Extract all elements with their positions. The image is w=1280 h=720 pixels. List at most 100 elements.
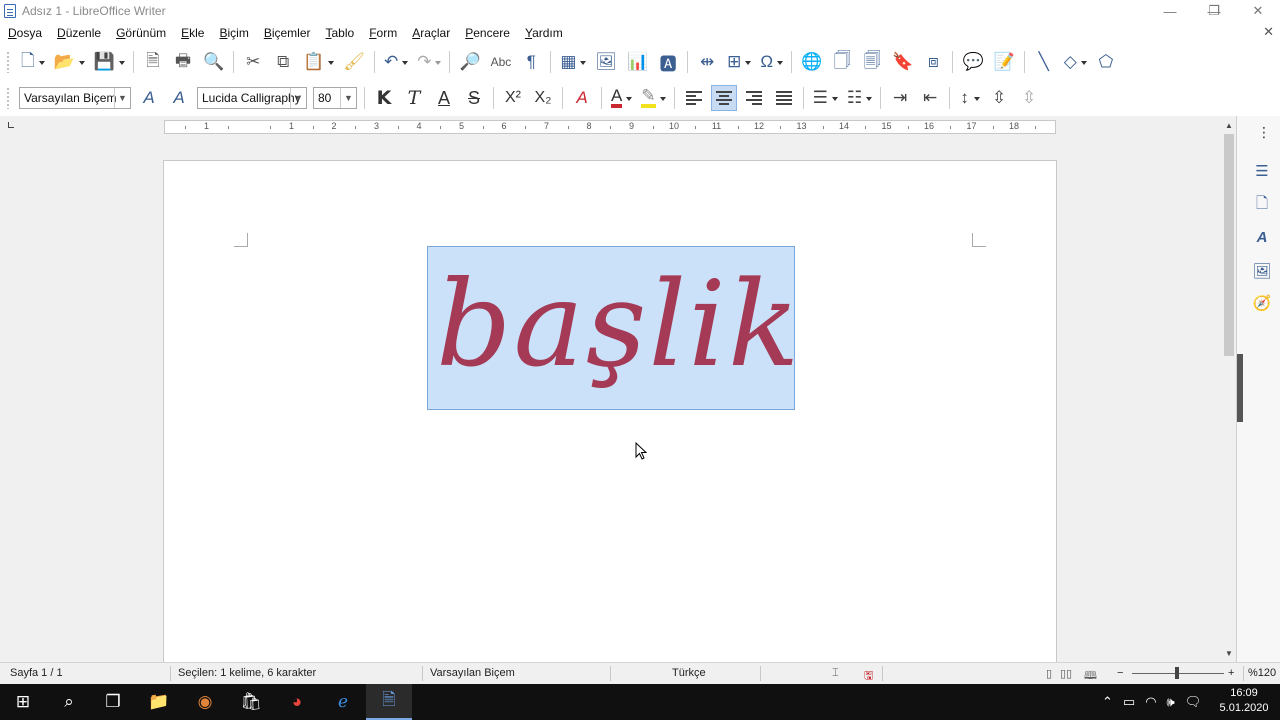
align-right-button[interactable]	[741, 85, 767, 111]
document-canvas[interactable]: başlik	[0, 136, 1222, 662]
volume-icon[interactable]: 🕪	[1167, 694, 1175, 710]
track-changes-button[interactable]: 📝	[991, 49, 1018, 75]
decrease-paragraph-spacing-button[interactable]: ⇳	[1016, 85, 1042, 111]
justify-button[interactable]	[771, 85, 797, 111]
superscript-button[interactable]: X²	[500, 85, 526, 111]
menu-gorunum[interactable]: Görünüm	[116, 26, 166, 40]
insert-footnote-button[interactable]: 🗍	[829, 49, 855, 75]
italic-button[interactable]: T	[401, 85, 427, 111]
file-explorer-button[interactable]: 📁	[136, 684, 182, 720]
open-button[interactable]: 📂	[51, 49, 87, 75]
insert-cross-reference-button[interactable]: ⧈	[920, 49, 946, 75]
underline-button[interactable]: A	[431, 85, 457, 111]
scrollbar-thumb[interactable]	[1224, 134, 1234, 356]
menu-form[interactable]: Form	[369, 26, 397, 40]
scroll-down-arrow-icon[interactable]: ▼	[1222, 646, 1236, 660]
close-window-button[interactable]: ✕	[1236, 0, 1280, 22]
document-page[interactable]: başlik	[163, 160, 1057, 662]
subscript-button[interactable]: X₂	[530, 85, 556, 111]
new-style-button[interactable]: A	[166, 85, 192, 111]
insert-chart-button[interactable]: 📊	[624, 49, 651, 75]
search-button[interactable]: ⌕	[46, 684, 92, 720]
sidebar-styles-button[interactable]: A	[1251, 226, 1273, 248]
print-button[interactable]: 🖶	[170, 49, 196, 75]
taskbar-clock[interactable]: 16:09 5.01.2020	[1216, 686, 1272, 716]
draw-functions-button[interactable]: ⬠	[1093, 49, 1119, 75]
menu-dosya[interactable]: Dosya	[8, 26, 42, 40]
formatting-marks-button[interactable]: ¶	[518, 49, 544, 75]
insert-endnote-button[interactable]: 🗐	[859, 49, 885, 75]
save-button[interactable]: 💾	[91, 49, 127, 75]
export-pdf-button[interactable]: 🗎	[140, 49, 166, 75]
font-color-button[interactable]: A	[608, 85, 634, 111]
selection-count[interactable]: Seçilen: 1 kelime, 6 karakter	[178, 667, 316, 679]
libreoffice-writer-task[interactable]: 🗎	[366, 684, 412, 720]
insert-page-break-button[interactable]: ⇹	[694, 49, 720, 75]
bold-button[interactable]: K	[371, 85, 397, 111]
page-style[interactable]: Varsayılan Biçem	[430, 667, 515, 679]
insert-bookmark-button[interactable]: 🔖	[889, 49, 916, 75]
insert-special-character-button[interactable]: Ω	[757, 49, 785, 75]
zoom-percentage[interactable]: %120	[1248, 667, 1276, 679]
task-view-button[interactable]: ❐	[90, 684, 136, 720]
vertical-scrollbar[interactable]: ▲ ▼	[1222, 116, 1236, 662]
find-replace-button[interactable]: 🔎	[456, 49, 483, 75]
insert-hyperlink-button[interactable]: 🌐	[798, 49, 825, 75]
copy-button[interactable]: ⧉	[270, 49, 296, 75]
highlight-color-button[interactable]: ✎	[638, 85, 667, 111]
align-center-button[interactable]	[710, 85, 737, 111]
menu-duzenle[interactable]: Düzenle	[57, 26, 101, 40]
close-document-button[interactable]: ✕	[1263, 24, 1274, 40]
ordered-list-button[interactable]: ☷	[844, 85, 874, 111]
page-count[interactable]: Sayfa 1 / 1	[10, 667, 63, 679]
toolbar-grip[interactable]	[6, 87, 10, 109]
sidebar-page-button[interactable]: 🗋	[1251, 194, 1273, 216]
notifications-icon[interactable]: 🗨	[1185, 694, 1202, 710]
scroll-up-arrow-icon[interactable]: ▲	[1222, 118, 1236, 132]
start-button[interactable]: ⊞	[0, 684, 46, 720]
horizontal-ruler[interactable]: 1 1 2 3 4 5 6 7 8 9 10 11 12 13 14 15 16 17 18	[164, 120, 1056, 134]
strikethrough-button[interactable]: S	[461, 85, 487, 111]
clear-formatting-button[interactable]: A	[569, 85, 595, 111]
menu-pencere[interactable]: Pencere	[465, 26, 510, 40]
sidebar-gallery-button[interactable]: 🖼	[1251, 260, 1273, 282]
menu-bicim[interactable]: Biçim	[219, 26, 248, 40]
show-hidden-icons-icon[interactable]: ⌃	[1102, 694, 1113, 710]
menu-tablo[interactable]: Tablo	[326, 26, 355, 40]
font-name-combo[interactable]: Lucida Calligraphy ▼	[197, 87, 307, 109]
zoom-slider-thumb[interactable]	[1175, 667, 1179, 679]
spelling-button[interactable]: Abc	[488, 49, 515, 75]
single-page-view-icon[interactable]: ▯	[1046, 667, 1052, 680]
menu-bicemler[interactable]: Biçemler	[264, 26, 311, 40]
menu-yardim[interactable]: Yardım	[525, 26, 563, 40]
text-language[interactable]: Türkçe	[672, 667, 706, 679]
paragraph-style-combo[interactable]: Varsayılan Biçem ▼	[19, 87, 131, 109]
insert-line-button[interactable]: ╲	[1031, 49, 1057, 75]
insert-field-button[interactable]: ⊞	[724, 49, 753, 75]
sidebar-navigator-button[interactable]: 🧭	[1251, 292, 1273, 314]
menu-araclar[interactable]: Araçlar	[412, 26, 450, 40]
increase-paragraph-spacing-button[interactable]: ⇳	[986, 85, 1012, 111]
sidebar-menu-icon[interactable]: ⋮	[1257, 124, 1271, 141]
font-size-combo[interactable]: 80 ▼	[313, 87, 357, 109]
unordered-list-button[interactable]: ☰	[810, 85, 840, 111]
redo-button[interactable]: ↷	[414, 49, 443, 75]
cut-button[interactable]: ✂	[240, 49, 266, 75]
insert-comment-button[interactable]: 💬	[959, 49, 986, 75]
taskbar-app-button[interactable]: ◉	[182, 684, 228, 720]
selected-heading-text[interactable]: başlik	[436, 249, 794, 399]
print-preview-button[interactable]: 🔍	[200, 49, 227, 75]
wifi-icon[interactable]: ◠	[1145, 694, 1156, 710]
line-spacing-button[interactable]: ↕	[956, 85, 982, 111]
chevron-down-icon[interactable]: ▼	[340, 88, 356, 108]
battery-icon[interactable]: ▭	[1123, 694, 1135, 710]
basic-shapes-button[interactable]: ◇	[1061, 49, 1089, 75]
chrome-button[interactable]: ◕	[274, 684, 320, 720]
zoom-out-button[interactable]: −	[1117, 667, 1123, 679]
sidebar-collapse-handle[interactable]	[1237, 354, 1243, 422]
increase-indent-button[interactable]: ⇥	[887, 85, 913, 111]
paste-button[interactable]: 📋	[300, 49, 336, 75]
insert-mode-icon[interactable]: ⌶	[832, 667, 839, 680]
restore-window-button[interactable]: ❐	[1192, 0, 1236, 22]
minimize-window-button[interactable]: —	[1148, 0, 1192, 22]
